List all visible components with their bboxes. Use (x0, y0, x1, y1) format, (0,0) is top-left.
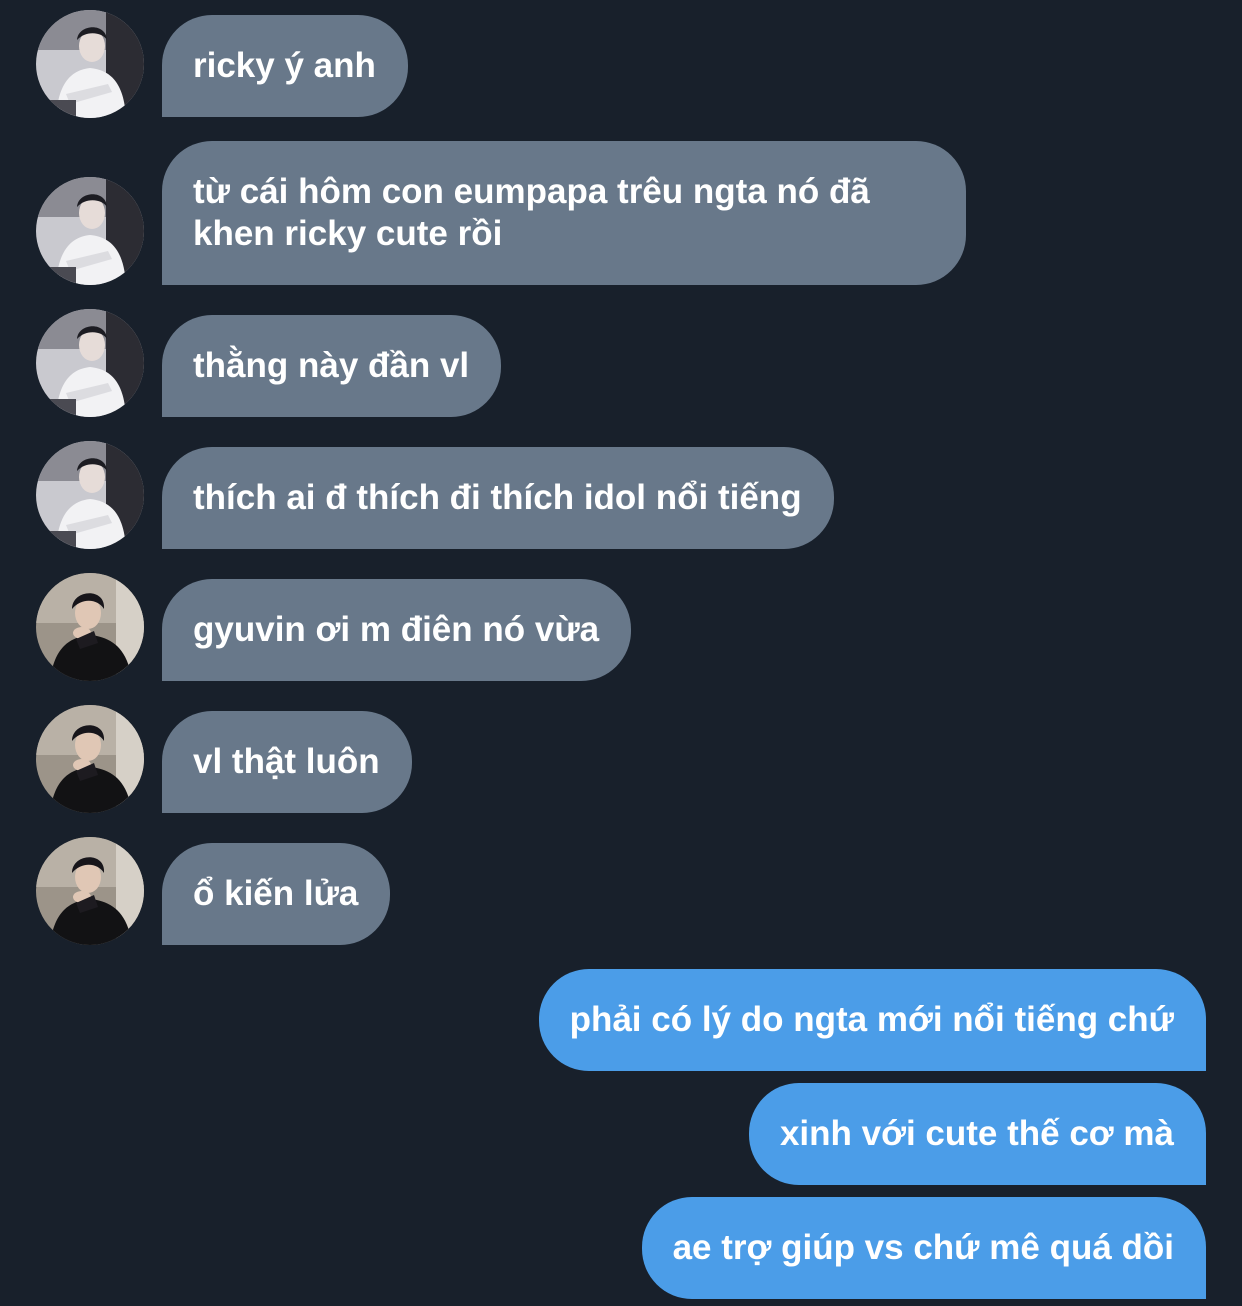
message-bubble-incoming[interactable]: thích ai đ thích đi thích idol nổi tiếng (162, 447, 834, 549)
message-bubble-incoming[interactable]: thằng này đần vl (162, 315, 502, 417)
avatar-gyuvin[interactable] (36, 705, 144, 813)
avatar-ricky[interactable] (36, 10, 144, 118)
message-bubble-incoming[interactable]: ổ kiến lửa (162, 843, 391, 945)
avatar-ricky[interactable] (36, 309, 144, 417)
message-bubble-outgoing[interactable]: xinh với cute thế cơ mà (748, 1083, 1206, 1185)
message-bubble-outgoing[interactable]: phải có lý do ngta mới nổi tiếng chứ (538, 969, 1206, 1071)
message-bubble-incoming[interactable]: gyuvin ơi m điên nó vừa (162, 579, 632, 681)
avatar-ricky[interactable] (36, 441, 144, 549)
message-bubble-outgoing[interactable]: ae trợ giúp vs chứ mê quá dồi (641, 1197, 1206, 1299)
message-bubble-incoming[interactable]: vl thật luôn (162, 711, 412, 813)
message-bubble-incoming[interactable]: từ cái hôm con eumpapa trêu ngta nó đã k… (162, 141, 966, 285)
chat-thread: ricky ý anh từ cái hôm con eumpapa trêu … (0, 0, 1242, 1306)
avatar-gyuvin[interactable] (36, 573, 144, 681)
avatar-gyuvin[interactable] (36, 837, 144, 945)
avatar-ricky[interactable] (36, 177, 144, 285)
message-bubble-incoming[interactable]: ricky ý anh (162, 15, 408, 117)
